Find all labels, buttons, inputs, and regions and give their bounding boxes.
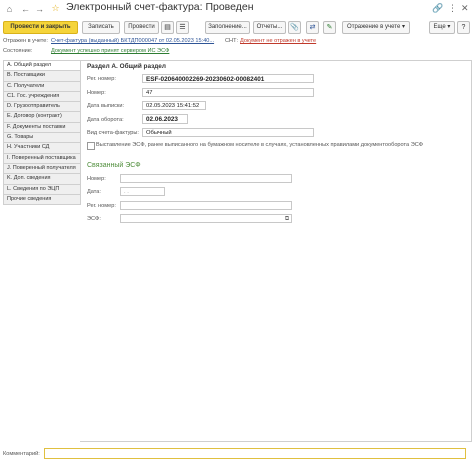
snt-link[interactable]: Документ не отражен в учете — [240, 38, 316, 44]
tab-3[interactable]: C. Получатели — [3, 81, 81, 92]
issue-date-label: Дата выписки: — [87, 103, 125, 109]
pen-icon[interactable]: ✎ — [323, 21, 336, 34]
issue-date-field[interactable]: 02.05.2023 15:41:52 — [142, 101, 206, 110]
doc-icon[interactable]: ▤ — [161, 21, 174, 34]
tab-2[interactable]: B. Поставщики — [3, 71, 81, 82]
reports-button[interactable]: Отчеты... — [253, 21, 286, 34]
related-number-field[interactable] — [120, 174, 292, 183]
invoice-type-label: Вид счета-фактуры: — [87, 130, 139, 136]
tab-4[interactable]: C1. Гос. учреждения — [3, 91, 81, 103]
related-esf-title: Связанный ЭСФ — [87, 162, 141, 169]
section-a-title: Раздел A. Общий раздел — [87, 63, 166, 70]
reg-number-label: Рег. номер: — [87, 76, 116, 82]
tab-9[interactable]: H. Участники СД — [3, 143, 81, 154]
tab-7[interactable]: F. Документы поставки — [3, 122, 81, 134]
title-bar: ⌂ ← → ☆ Электронный счет-фактура: Провед… — [0, 0, 474, 17]
invoice-type-field[interactable]: Обычный — [142, 128, 314, 137]
state-label: Состояние: — [3, 48, 33, 54]
content-panel — [80, 60, 472, 442]
comment-input[interactable] — [44, 448, 466, 459]
fill-button[interactable]: Заполнение... — [205, 21, 250, 34]
tab-12[interactable]: K. Доп. сведения — [3, 174, 81, 185]
close-icon[interactable]: ✕ — [461, 3, 469, 14]
attachment-icon[interactable]: 📎 — [288, 21, 301, 34]
tab-5[interactable]: D. Грузоотправитель — [3, 102, 81, 113]
reg-number-field[interactable]: ESF-020640002269-20230602-00082401 — [142, 74, 314, 83]
related-esf-label: ЭСФ: — [87, 216, 101, 222]
post-button[interactable]: Провести — [124, 21, 159, 34]
related-reg-number-label: Рег. номер: — [87, 203, 116, 209]
tab-13[interactable]: L. Сведения по ЭЦП — [3, 184, 81, 195]
paper-issue-label: Выставление ЭСФ, ранее выписанного на бу… — [96, 142, 424, 148]
reflected-label: Отражен в учете: — [3, 38, 48, 44]
list-icon[interactable]: ☰ — [176, 21, 189, 34]
number-field[interactable]: 47 — [142, 88, 314, 97]
related-esf-field[interactable]: ⧉ — [120, 214, 292, 223]
related-reg-number-field[interactable] — [120, 201, 292, 210]
state-link[interactable]: Документ успешно принят сервером ИС ЭСФ — [51, 48, 169, 54]
turnover-date-label: Дата оборота: — [87, 117, 124, 123]
back-icon[interactable]: ← — [20, 3, 31, 14]
link-icon[interactable]: 🔗 — [432, 3, 443, 14]
more-menu-icon[interactable]: ⋮ — [448, 3, 457, 14]
more-button[interactable]: Еще ▾ — [429, 21, 455, 34]
esf-display-label: Отражение в учете — [347, 24, 401, 30]
more-label: Еще — [433, 24, 446, 30]
tab-6[interactable]: E. Договор (контракт) — [3, 112, 81, 123]
paper-issue-checkbox[interactable] — [87, 142, 95, 150]
related-number-label: Номер: — [87, 176, 106, 182]
tab-11[interactable]: J. Поверенный получателя — [3, 163, 81, 175]
open-link-icon[interactable]: ⧉ — [285, 215, 289, 222]
exchange-icon[interactable]: ⇄ — [306, 21, 319, 34]
turnover-date-field[interactable]: 02.06.2023 — [142, 114, 188, 124]
tab-8[interactable]: G. Товары — [3, 133, 81, 144]
number-label: Номер: — [87, 90, 106, 96]
related-date-label: Дата: — [87, 189, 101, 195]
forward-icon[interactable]: → — [34, 3, 45, 14]
snt-label: СНТ: — [225, 38, 239, 44]
related-date-field[interactable]: . . — [120, 187, 165, 196]
window-title: Электронный счет-фактура: Проведен — [66, 1, 254, 13]
tab-14[interactable]: Прочие сведения — [3, 194, 81, 206]
tab-1[interactable]: A. Общий раздел — [3, 60, 81, 72]
esf-display-dropdown[interactable]: Отражение в учете ▾ — [342, 21, 410, 34]
home-icon[interactable]: ⌂ — [4, 3, 15, 14]
post-and-close-button[interactable]: Провести и закрыть — [3, 21, 78, 34]
help-icon[interactable]: ? — [457, 21, 470, 34]
save-button[interactable]: Записать — [82, 21, 120, 34]
star-icon[interactable]: ☆ — [50, 3, 61, 14]
reflected-link[interactable]: Счет-фактура (выданный) БКТДП000047 от 0… — [51, 38, 214, 44]
tab-10[interactable]: I. Поверенный поставщика — [3, 153, 81, 164]
section-tabs: A. Общий раздел B. Поставщики C. Получател… — [3, 60, 81, 206]
comment-label: Комментарий: — [3, 451, 40, 457]
